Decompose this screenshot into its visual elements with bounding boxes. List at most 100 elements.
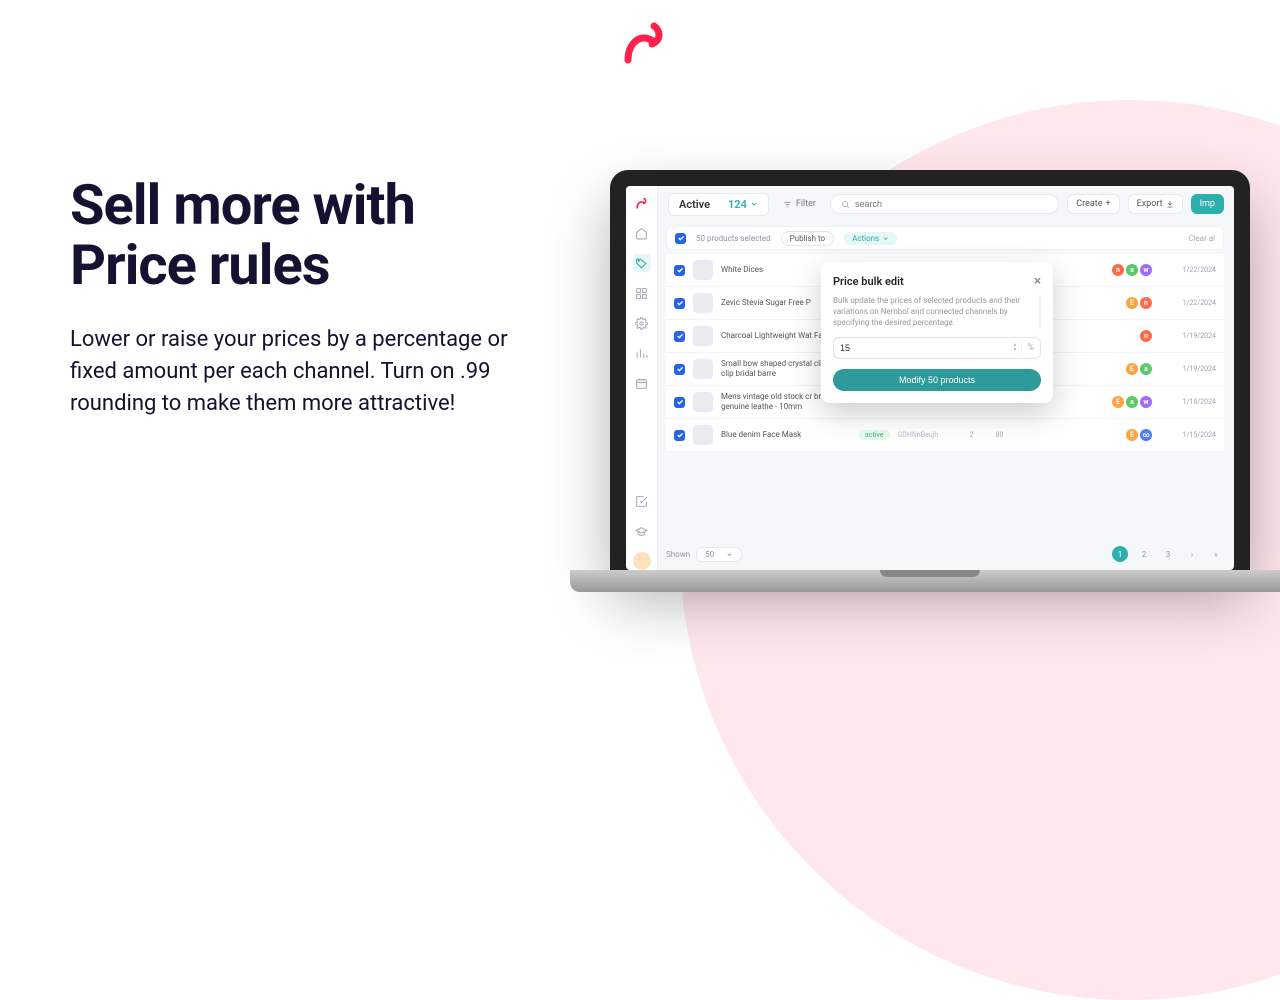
row-checkbox[interactable] [674, 265, 685, 276]
search-icon [841, 200, 850, 209]
search-field[interactable] [855, 199, 1048, 209]
channel-badge: a [1126, 396, 1138, 408]
product-thumbnail [693, 260, 713, 280]
analytics-icon[interactable] [633, 344, 651, 362]
check-icon[interactable] [633, 492, 651, 510]
product-qty: 2 [962, 431, 982, 439]
page-button[interactable]: 3 [1160, 546, 1176, 562]
actions-dropdown[interactable]: Actions [844, 232, 897, 245]
product-sku: GDHNnBeujh [898, 431, 954, 439]
channel-badge: n [1140, 330, 1152, 342]
percent-icon: % [1021, 343, 1034, 353]
channel-badge: w [1140, 396, 1152, 408]
selection-bar: 50 products selected Publish to Actions … [666, 226, 1224, 250]
channel-badge: E [1126, 429, 1138, 441]
channel-badge: ∞ [1140, 429, 1152, 441]
table-row[interactable]: Blue denim Face Mask active GDHNnBeujh 2… [666, 419, 1224, 452]
page-button[interactable]: 1 [1112, 546, 1128, 562]
product-thumbnail [693, 293, 713, 313]
row-checkbox[interactable] [674, 331, 685, 342]
modify-products-button[interactable]: Modify 50 products [833, 369, 1041, 391]
create-button[interactable]: Create + [1067, 194, 1119, 214]
last-page-button[interactable]: » [1208, 546, 1224, 562]
product-thumbnail [693, 359, 713, 379]
close-icon[interactable]: × [1034, 274, 1041, 289]
channel-badge: n [1140, 297, 1152, 309]
product-price: 80 [990, 431, 1010, 439]
download-icon [1166, 200, 1174, 208]
number-stepper[interactable]: ▲▼ [1012, 343, 1017, 353]
search-input[interactable] [830, 194, 1059, 214]
pagination: Shown 50 123 › » [666, 546, 1224, 562]
brand-mini-icon [633, 194, 651, 212]
channel-badges: n [1140, 330, 1152, 342]
product-thumbnail [693, 392, 713, 412]
calendar-icon[interactable] [633, 374, 651, 392]
product-date: 1/15/2024 [1168, 431, 1216, 439]
filter-button[interactable]: Filter [777, 195, 822, 213]
settings-icon[interactable] [633, 314, 651, 332]
channel-badge: n [1112, 264, 1124, 276]
channel-badge: E [1112, 396, 1124, 408]
channel-badges: Eaw [1112, 396, 1152, 408]
status-badge: active [859, 430, 890, 440]
apps-icon[interactable] [633, 284, 651, 302]
publish-to-button[interactable]: Publish to [781, 231, 834, 246]
product-thumbnail [693, 425, 713, 445]
plus-icon: + [1106, 199, 1111, 209]
select-all-checkbox[interactable] [675, 233, 686, 244]
help-icon[interactable] [633, 522, 651, 540]
channel-badges: E∞ [1126, 429, 1152, 441]
app-screen: Active 124 Filter Create + [626, 186, 1234, 570]
next-page-button[interactable]: › [1184, 546, 1200, 562]
chevron-down-icon [750, 200, 758, 208]
channel-badge: E [1126, 297, 1138, 309]
price-bulk-edit-modal: Price bulk edit × Bulk update the prices… [821, 262, 1053, 403]
product-date: 1/22/2024 [1168, 299, 1216, 307]
product-date: 1/18/2024 [1168, 398, 1216, 406]
selected-text: 50 products selected [696, 234, 771, 243]
status-filter[interactable]: Active 124 [668, 193, 769, 216]
product-thumbnail [693, 326, 713, 346]
chevron-down-icon [882, 235, 889, 242]
percent-input-wrapper: ▲▼ % [833, 337, 1041, 359]
sliders-icon [783, 200, 792, 209]
row-checkbox[interactable] [674, 364, 685, 375]
import-button[interactable]: Imp [1191, 194, 1224, 214]
modal-description: Bulk update the prices of selected produ… [833, 295, 1041, 329]
product-date: 1/22/2024 [1168, 266, 1216, 274]
avatar[interactable] [633, 552, 651, 570]
product-name: Blue denim Face Mask [721, 430, 851, 440]
hero-headline: Sell more with Price rules [70, 175, 540, 296]
page-buttons: 123 › » [1112, 546, 1224, 562]
laptop-mockup: Active 124 Filter Create + [570, 170, 1280, 610]
home-icon[interactable] [633, 224, 651, 242]
hero-subtext: Lower or raise your prices by a percenta… [70, 324, 540, 420]
row-checkbox[interactable] [674, 397, 685, 408]
product-date: 1/19/2024 [1168, 365, 1216, 373]
app-sidebar [626, 186, 658, 570]
shown-label: Shown [666, 550, 690, 559]
page-size-select[interactable]: 50 [696, 547, 742, 562]
product-date: 1/19/2024 [1168, 332, 1216, 340]
page-button[interactable]: 2 [1136, 546, 1152, 562]
channel-badges: Ea [1126, 363, 1152, 375]
clear-selection[interactable]: Clear al [1188, 234, 1215, 243]
export-button[interactable]: Export [1128, 194, 1183, 214]
channel-badges: En [1126, 297, 1152, 309]
channel-badges: naw [1112, 264, 1152, 276]
channel-badge: w [1140, 264, 1152, 276]
check-icon [677, 234, 685, 242]
products-icon[interactable] [633, 254, 651, 272]
app-topbar: Active 124 Filter Create + [658, 186, 1234, 222]
percent-input[interactable] [840, 343, 1012, 353]
status-count: 124 [728, 198, 747, 211]
row-checkbox[interactable] [674, 430, 685, 441]
row-checkbox[interactable] [674, 298, 685, 309]
chevron-down-icon [726, 551, 733, 558]
filter-label: Filter [796, 199, 816, 209]
modal-title: Price bulk edit [833, 275, 904, 288]
channel-badge: E [1126, 363, 1138, 375]
status-label: Active [679, 198, 710, 211]
channel-badge: a [1140, 363, 1152, 375]
